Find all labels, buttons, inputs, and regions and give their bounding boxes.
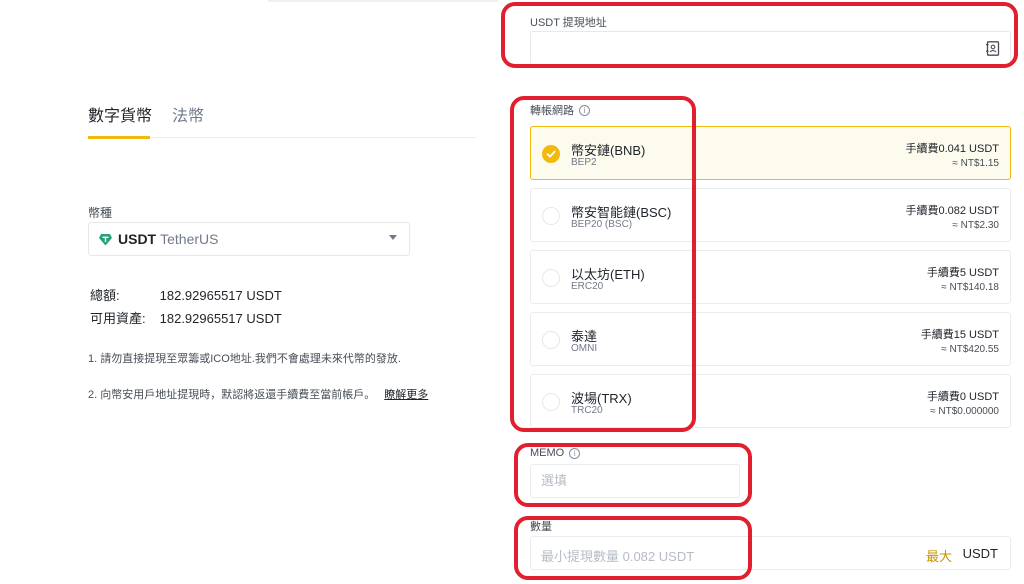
coin-symbol: USDT — [118, 231, 157, 247]
amount-input[interactable]: 最小提現數量 0.082 USDT 最大 USDT — [530, 536, 1011, 570]
network-fee: 手續費15 USDT — [920, 329, 999, 341]
tab-fiat-label: 法幣 — [172, 108, 205, 125]
amount-unit: USDT — [962, 546, 998, 561]
network-protocol: OMNI — [571, 343, 598, 354]
network-protocol: BEP2 — [571, 157, 597, 168]
tab-crypto[interactable]: 數字貨幣 — [88, 106, 153, 139]
address-label: USDT 提現地址 — [530, 14, 607, 30]
address-label-text: USDT 提現地址 — [530, 17, 607, 29]
learn-more-link[interactable]: 瞭解更多 — [384, 389, 428, 401]
tab-crypto-label: 數字貨幣 — [88, 108, 153, 125]
network-option-trx[interactable]: 波場(TRX) TRC20 手續費0 USDT ≈ NT$0.000000 — [530, 374, 1011, 428]
notice-fee-refund: 2. 向幣安用戶地址提現時，默認將返還手續費至當前帳戶。 瞭解更多 — [88, 386, 428, 402]
network-fee-fiat: ≈ NT$0.000000 — [930, 406, 999, 417]
tether-diamond-icon — [99, 233, 112, 246]
network-option-bsc[interactable]: 幣安智能鏈(BSC) BEP20 (BSC) 手續費0.082 USDT ≈ N… — [530, 188, 1011, 242]
balance-total-value: 182.92965517 USDT — [159, 288, 282, 303]
info-icon[interactable]: i — [579, 104, 590, 116]
currency-tabs: 數字貨幣 法幣 — [88, 106, 476, 139]
network-label-text: 轉帳網路 — [530, 105, 574, 117]
memo-label-text: MEMO — [530, 447, 565, 459]
tab-fiat[interactable]: 法幣 — [172, 106, 204, 128]
address-book-icon[interactable] — [986, 41, 1000, 56]
network-radio[interactable] — [542, 207, 560, 225]
network-fee: 手續費0 USDT — [926, 391, 999, 403]
max-button[interactable]: 最大 — [926, 546, 952, 565]
network-radio[interactable] — [542, 269, 560, 287]
balance-total: 總額: 182.92965517 USDT — [90, 285, 282, 304]
network-radio[interactable] — [542, 393, 560, 411]
amount-placeholder: 最小提現數量 0.082 USDT — [541, 549, 695, 564]
check-icon — [546, 150, 556, 158]
network-fee-fiat: ≈ NT$1.15 — [952, 158, 999, 169]
network-protocol: ERC20 — [571, 281, 604, 292]
coin-select[interactable]: USDT TetherUS — [88, 222, 410, 256]
coin-fullname: TetherUS — [160, 231, 219, 247]
active-tab-indicator — [88, 136, 150, 139]
balance-total-label: 總額: — [90, 288, 120, 303]
network-fee-fiat: ≈ NT$420.55 — [941, 344, 999, 355]
network-fee: 手續費5 USDT — [926, 267, 999, 279]
network-protocol: BEP20 (BSC) — [571, 219, 633, 230]
network-fee-fiat: ≈ NT$2.30 — [952, 220, 999, 231]
balance-available-label: 可用資產: — [90, 311, 146, 326]
memo-label: MEMO i — [530, 447, 581, 459]
notice-fee-refund-text: 2. 向幣安用戶地址提現時，默認將返還手續費至當前帳戶。 — [88, 389, 376, 401]
network-protocol: TRC20 — [571, 405, 603, 416]
notice-ico: 1. 請勿直接提現至眾籌或ICO地址.我們不會處理未來代幣的發放. — [88, 353, 401, 365]
amount-label-text: 數量 — [530, 521, 552, 533]
network-radio-selected[interactable] — [542, 145, 560, 163]
amount-label: 數量 — [530, 518, 552, 534]
network-label: 轉帳網路 i — [530, 102, 590, 118]
balance-available: 可用資產: 182.92965517 USDT — [90, 308, 282, 327]
network-fee: 手續費0.082 USDT — [905, 205, 999, 217]
network-fee: 手續費0.041 USDT — [905, 143, 999, 155]
info-icon[interactable]: i — [569, 447, 581, 459]
address-input[interactable] — [530, 31, 1011, 65]
balance-available-value: 182.92965517 USDT — [159, 311, 282, 326]
coin-label: 幣種 — [88, 206, 113, 220]
network-fee-fiat: ≈ NT$140.18 — [941, 282, 999, 293]
memo-input[interactable]: 選填 — [530, 464, 740, 498]
chevron-down-icon — [389, 235, 397, 240]
top-divider — [268, 0, 498, 2]
network-radio[interactable] — [542, 331, 560, 349]
network-option-omni[interactable]: 泰達 OMNI 手續費15 USDT ≈ NT$420.55 — [530, 312, 1011, 366]
network-option-eth[interactable]: 以太坊(ETH) ERC20 手續費5 USDT ≈ NT$140.18 — [530, 250, 1011, 304]
network-option-bnb[interactable]: 幣安鏈(BNB) BEP2 手續費0.041 USDT ≈ NT$1.15 — [530, 126, 1011, 180]
